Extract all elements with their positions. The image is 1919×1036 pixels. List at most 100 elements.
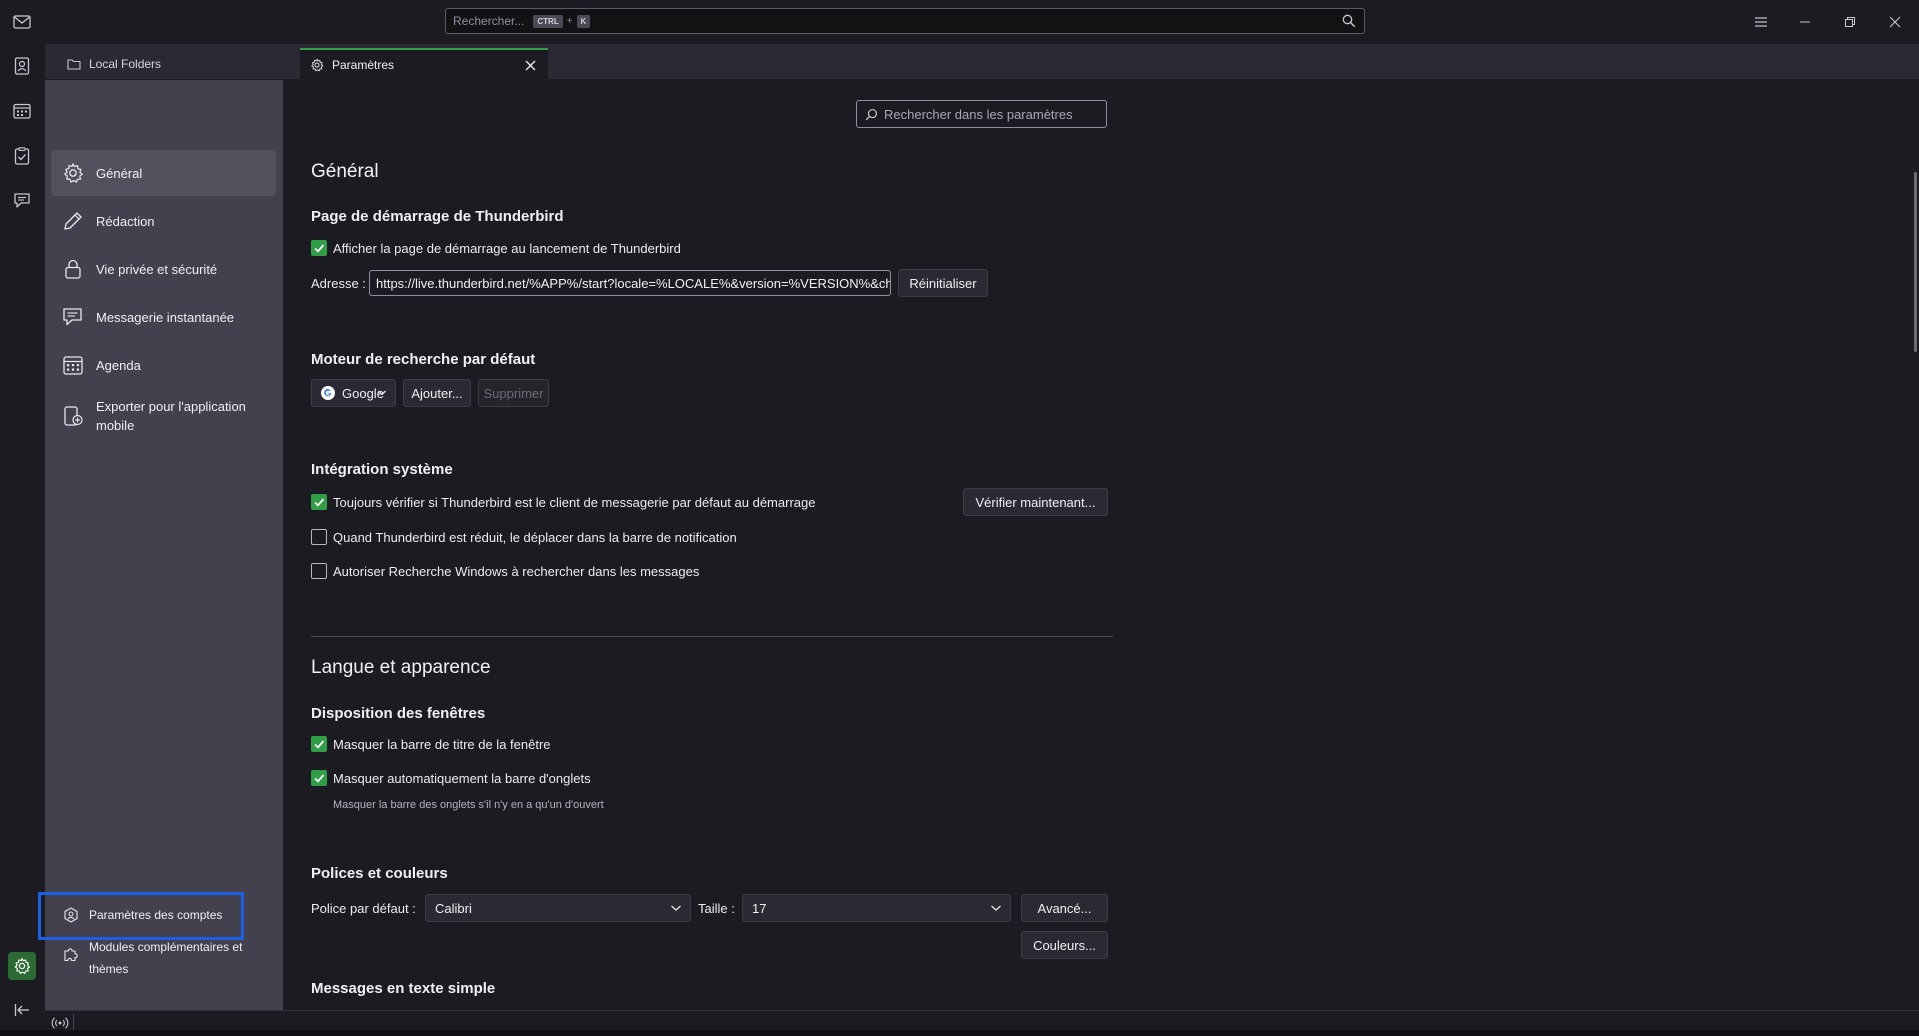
fonts-colors-heading: Polices et couleurs [311, 865, 448, 882]
system-integration-heading: Intégration système [311, 461, 453, 478]
tab-label: Paramètres [332, 58, 395, 72]
chevron-down-icon [670, 903, 682, 913]
chevron-down-icon [990, 903, 1002, 913]
font-size-select[interactable]: 17 [742, 894, 1011, 922]
highlight-box [38, 892, 244, 940]
sidebar-item-label: Vie privée et sécurité [96, 261, 218, 277]
minimize-to-tray-label: Quand Thunderbird est réduit, le déplace… [333, 529, 737, 545]
folder-icon [67, 58, 81, 70]
general-title: Général [311, 161, 379, 182]
default-font-select[interactable]: Calibri [425, 894, 691, 922]
show-start-page-checkbox[interactable]: Afficher la page de démarrage au lanceme… [311, 240, 681, 256]
title-bar: Rechercher... CTRL + K [0, 0, 1919, 44]
checkbox-unchecked-icon[interactable] [311, 563, 327, 579]
tasks-icon[interactable] [8, 142, 36, 170]
start-page-address-input[interactable]: https://live.thunderbird.net/%APP%/start… [369, 270, 891, 296]
checkbox-checked-icon[interactable] [311, 770, 327, 786]
default-font-label: Police par défaut : [311, 901, 416, 916]
hide-titlebar-label: Masquer la barre de titre de la fenêtre [333, 736, 551, 752]
global-search-input[interactable]: Rechercher... CTRL + K [445, 8, 1365, 34]
always-check-default-label: Toujours vérifier si Thunderbird est le … [333, 494, 816, 510]
reset-button[interactable]: Réinitialiser [898, 269, 988, 297]
pencil-icon [61, 209, 85, 233]
add-search-engine-button[interactable]: Ajouter... [403, 379, 471, 407]
tab-settings[interactable]: Paramètres [300, 48, 548, 80]
settings-content: Rechercher dans les paramètres Général P… [283, 80, 1919, 1010]
addons-themes-link[interactable]: Modules complémentaires et thèmes [61, 936, 249, 980]
window-bottom-edge [0, 1030, 1919, 1036]
calendar-icon [61, 353, 85, 377]
always-check-default-checkbox[interactable]: Toujours vérifier si Thunderbird est le … [311, 494, 815, 510]
sidebar-item-label: Général [96, 165, 143, 181]
search-engine-heading: Moteur de recherche par défaut [311, 351, 536, 368]
spaces-toolbar [0, 0, 45, 1036]
shortcut-ctrl-key: CTRL [533, 14, 563, 28]
autohide-tabs-note: Masquer la barre des onglets s'il n'y en… [333, 799, 604, 811]
search-icon[interactable] [1342, 14, 1356, 28]
sidebar-item-label: Agenda [96, 357, 141, 373]
default-font-value: Calibri [435, 900, 472, 916]
sidebar-item-composition[interactable]: Rédaction [51, 198, 276, 244]
search-icon [865, 108, 878, 121]
sidebar-item-label: Exporter pour l'application mobile [96, 399, 246, 433]
chevron-down-icon [377, 388, 387, 398]
sidebar-item-label: Messagerie instantanée [96, 309, 235, 325]
calendar-space-icon[interactable] [8, 97, 36, 125]
font-size-label: Taille : [698, 901, 735, 916]
language-appearance-title: Langue et apparence [311, 657, 491, 678]
sidebar-item-chat[interactable]: Messagerie instantanée [51, 294, 276, 340]
search-engine-select[interactable]: Google [311, 379, 396, 407]
show-start-page-label: Afficher la page de démarrage au lanceme… [333, 240, 681, 256]
sidebar-item-label: Rédaction [96, 213, 155, 229]
collapse-toolbar-icon[interactable] [8, 996, 36, 1024]
minimize-to-tray-checkbox[interactable]: Quand Thunderbird est réduit, le déplace… [311, 529, 737, 545]
google-icon [321, 386, 335, 400]
scrollbar-thumb[interactable] [1914, 172, 1917, 352]
chat-space-icon[interactable] [8, 187, 36, 215]
mobile-export-icon [61, 404, 85, 428]
checkbox-unchecked-icon[interactable] [311, 529, 327, 545]
address-label: Adresse : [311, 276, 366, 291]
chat-icon [61, 305, 85, 329]
puzzle-icon [61, 944, 81, 964]
settings-search-placeholder: Rechercher dans les paramètres [884, 106, 1073, 122]
lock-icon [61, 257, 85, 281]
startup-heading: Page de démarrage de Thunderbird [311, 208, 564, 225]
close-icon[interactable] [522, 57, 538, 73]
app-menu-icon[interactable] [1751, 12, 1771, 32]
remove-search-engine-button[interactable]: Supprimer [478, 379, 549, 407]
checkbox-checked-icon[interactable] [311, 736, 327, 752]
settings-search-input[interactable]: Rechercher dans les paramètres [856, 100, 1107, 128]
mail-icon[interactable] [8, 8, 36, 36]
shortcut-plus: + [566, 15, 573, 27]
settings-space-icon[interactable] [8, 952, 36, 980]
advanced-fonts-button[interactable]: Avancé... [1021, 894, 1108, 922]
windows-search-label: Autoriser Recherche Windows à rechercher… [333, 563, 700, 579]
content-scrollbar[interactable] [1911, 80, 1919, 1010]
autohide-tabs-label: Masquer automatiquement la barre d'ongle… [333, 770, 591, 786]
checkbox-checked-icon[interactable] [311, 494, 327, 510]
windows-search-checkbox[interactable]: Autoriser Recherche Windows à rechercher… [311, 563, 699, 579]
sidebar-item-general[interactable]: Général [51, 150, 276, 196]
online-status-icon[interactable] [51, 1016, 69, 1030]
tab-local-folders[interactable]: Local Folders [55, 48, 295, 80]
gear-icon [61, 161, 85, 185]
sidebar-item-mobile-export[interactable]: Exporter pour l'application mobile [51, 390, 276, 442]
minimize-icon[interactable] [1795, 12, 1815, 32]
sidebar-item-calendar[interactable]: Agenda [51, 342, 276, 388]
checkbox-checked-icon[interactable] [311, 240, 327, 256]
check-now-button[interactable]: Vérifier maintenant... [963, 488, 1108, 516]
window-layout-heading: Disposition des fenêtres [311, 705, 486, 722]
sidebar-item-privacy[interactable]: Vie privée et sécurité [51, 246, 276, 292]
restore-icon[interactable] [1840, 12, 1860, 32]
section-separator [311, 636, 1113, 637]
colors-button[interactable]: Couleurs... [1021, 931, 1108, 959]
settings-sidebar: Général Rédaction Vie privée et sécurité… [45, 80, 283, 1010]
close-window-icon[interactable] [1885, 12, 1905, 32]
hide-titlebar-checkbox[interactable]: Masquer la barre de titre de la fenêtre [311, 736, 551, 752]
address-book-icon[interactable] [8, 52, 36, 80]
plain-text-heading: Messages en texte simple [311, 980, 496, 997]
autohide-tabs-checkbox[interactable]: Masquer automatiquement la barre d'ongle… [311, 770, 591, 786]
font-size-value: 17 [752, 900, 767, 916]
tab-bar: Local Folders Paramètres [45, 44, 1919, 80]
